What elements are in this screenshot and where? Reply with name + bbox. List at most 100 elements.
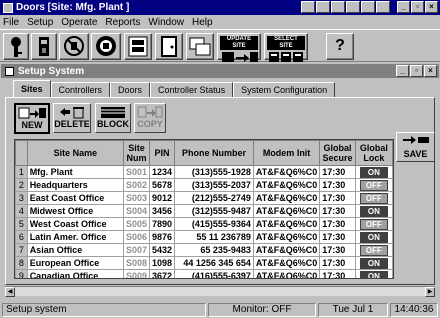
site-num-cell[interactable]: S001 xyxy=(122,165,151,179)
site-name-cell[interactable]: Mfg. Plant xyxy=(26,165,125,179)
pin-cell[interactable]: 7890 xyxy=(149,217,176,231)
pin-cell[interactable]: 9876 xyxy=(149,230,176,244)
menu-reports[interactable]: Reports xyxy=(105,17,140,28)
tab-system-configuration[interactable]: System Configuration xyxy=(233,82,336,98)
global-lock-header[interactable]: Global Lock xyxy=(354,140,393,166)
table-row[interactable]: 8 European Office S008 1098 44 1256 345 654 A… xyxy=(15,256,393,270)
global-secure-cell[interactable]: 17:30 xyxy=(319,243,356,257)
site-name-cell[interactable]: East Coast Office xyxy=(26,191,125,205)
phone-cell[interactable]: (313)555-2037 xyxy=(174,178,254,192)
global-secure-cell[interactable]: 17:30 xyxy=(319,230,356,244)
window-tool-button[interactable] xyxy=(186,33,214,60)
phone-cell[interactable]: 55 11 236789 xyxy=(174,230,254,244)
table-row[interactable]: 6 Latin Amer. Office S006 9876 55 11 236789 A… xyxy=(15,230,393,244)
site-name-cell[interactable]: European Office xyxy=(26,256,125,270)
global-lock-cell[interactable]: ON xyxy=(354,256,393,270)
tab-controller-status[interactable]: Controller Status xyxy=(150,82,234,98)
site-num-cell[interactable]: S009 xyxy=(122,269,151,278)
horizontal-scrollbar[interactable]: ◀ ▶ xyxy=(5,286,435,297)
global-lock-cell[interactable]: OFF xyxy=(354,191,393,205)
table-row[interactable]: 2 Headquarters S002 5678 (313)555-2037 AT&F&Q… xyxy=(15,178,393,192)
global-secure-cell[interactable]: 17:30 xyxy=(319,165,356,179)
global-lock-cell[interactable]: ON xyxy=(354,204,393,218)
site-num-cell[interactable]: S006 xyxy=(122,230,151,244)
global-secure-cell[interactable]: 17:30 xyxy=(319,191,356,205)
phone-cell[interactable]: 44 1256 345 654 xyxy=(174,256,254,270)
table-row[interactable]: 9 Canadian Office S009 3672 (416)555-6397 AT&… xyxy=(15,269,393,278)
phone-cell[interactable]: (312)555-9487 xyxy=(174,204,254,218)
global-secure-cell[interactable]: 17:30 xyxy=(319,269,356,278)
modem-cell[interactable]: AT&F&Q6%C0 xyxy=(252,217,321,231)
global-lock-cell[interactable]: ON xyxy=(354,269,393,278)
modem-cell[interactable]: AT&F&Q6%C0 xyxy=(252,269,321,278)
phone-cell[interactable]: (212)555-2749 xyxy=(174,191,254,205)
site-name-header[interactable]: Site Name xyxy=(26,140,125,166)
table-row[interactable]: 1 Mfg. Plant S001 1234 (313)555-1928 AT&F&Q6%… xyxy=(15,165,393,179)
scroll-right-icon[interactable]: ▶ xyxy=(425,287,435,297)
key-tool-button[interactable] xyxy=(3,33,29,60)
menu-setup[interactable]: Setup xyxy=(27,17,53,28)
site-num-cell[interactable]: S004 xyxy=(122,204,151,218)
global-secure-header[interactable]: Global Secure xyxy=(319,140,356,166)
menu-operate[interactable]: Operate xyxy=(61,17,97,28)
modem-cell[interactable]: AT&F&Q6%C0 xyxy=(252,165,321,179)
site-num-cell[interactable]: S002 xyxy=(122,178,151,192)
pin-cell[interactable]: 9012 xyxy=(149,191,176,205)
table-row[interactable]: 7 Asian Office S007 5432 65 235-9483 AT&F&Q6%… xyxy=(15,243,393,257)
block-button[interactable]: BLOCK xyxy=(95,103,131,133)
scroll-left-icon[interactable]: ◀ xyxy=(5,287,15,297)
modem-cell[interactable]: AT&F&Q6%C0 xyxy=(252,204,321,218)
site-num-cell[interactable]: S007 xyxy=(122,243,151,257)
site-name-cell[interactable]: Headquarters xyxy=(26,178,125,192)
global-lock-cell[interactable]: ON xyxy=(354,165,393,179)
card-tool-button[interactable] xyxy=(31,33,57,60)
blocked-tool-button[interactable] xyxy=(59,33,89,60)
global-lock-toggle[interactable]: OFF xyxy=(359,244,388,256)
table-row[interactable]: 4 Midwest Office S004 3456 (312)555-9487 AT&F… xyxy=(15,204,393,218)
tab-controllers[interactable]: Controllers xyxy=(50,82,111,98)
child-maximize-button[interactable]: ▫ xyxy=(410,65,423,77)
delete-button[interactable]: DELETE xyxy=(53,103,91,133)
child-minimize-button[interactable]: _ xyxy=(396,65,409,77)
global-secure-cell[interactable]: 17:30 xyxy=(319,204,356,218)
tab-doors[interactable]: Doors xyxy=(110,82,151,98)
phone-cell[interactable]: (415)555-9364 xyxy=(174,217,254,231)
pin-cell[interactable]: 3672 xyxy=(149,269,176,278)
panel-tool-button[interactable] xyxy=(124,33,152,60)
global-lock-toggle[interactable]: ON xyxy=(359,257,388,269)
modem-cell[interactable]: AT&F&Q6%C0 xyxy=(252,256,321,270)
modem-cell[interactable]: AT&F&Q6%C0 xyxy=(252,178,321,192)
site-name-cell[interactable]: Midwest Office xyxy=(26,204,125,218)
new-button[interactable]: NEW xyxy=(14,103,50,134)
site-num-cell[interactable]: S008 xyxy=(122,256,151,270)
global-lock-toggle[interactable]: ON xyxy=(359,205,388,217)
pin-cell[interactable]: 5678 xyxy=(149,178,176,192)
modem-header[interactable]: Modem Init xyxy=(252,140,321,166)
select-site-button[interactable]: SELECT SITE xyxy=(264,33,308,62)
site-num-header[interactable]: Site Num xyxy=(122,140,151,166)
network-tool-button[interactable] xyxy=(91,33,121,60)
save-button[interactable]: SAVE xyxy=(396,132,435,162)
global-lock-cell[interactable]: ON xyxy=(354,230,393,244)
close-button[interactable]: × xyxy=(425,1,438,13)
site-name-cell[interactable]: Latin Amer. Office xyxy=(26,230,125,244)
phone-cell[interactable]: (416)555-6397 xyxy=(174,269,254,278)
global-lock-toggle[interactable]: ON xyxy=(359,270,388,278)
global-lock-toggle[interactable]: OFF xyxy=(359,179,388,191)
global-secure-cell[interactable]: 17:30 xyxy=(319,178,356,192)
minimize-button[interactable]: _ xyxy=(397,1,410,13)
update-site-button[interactable]: UPDATE SITE xyxy=(217,33,261,62)
global-secure-cell[interactable]: 17:30 xyxy=(319,217,356,231)
menu-help[interactable]: Help xyxy=(192,17,213,28)
pin-header[interactable]: PIN xyxy=(149,140,176,166)
modem-cell[interactable]: AT&F&Q6%C0 xyxy=(252,191,321,205)
maximize-button[interactable]: ▫ xyxy=(411,1,424,13)
global-lock-toggle[interactable]: ON xyxy=(359,166,388,178)
table-row[interactable]: 3 East Coast Office S003 9012 (212)555-2749 A… xyxy=(15,191,393,205)
pin-cell[interactable]: 5432 xyxy=(149,243,176,257)
site-name-cell[interactable]: West Coast Office xyxy=(26,217,125,231)
global-lock-toggle[interactable]: ON xyxy=(359,231,388,243)
site-num-cell[interactable]: S003 xyxy=(122,191,151,205)
menu-file[interactable]: File xyxy=(3,17,19,28)
global-lock-toggle[interactable]: OFF xyxy=(359,218,388,230)
